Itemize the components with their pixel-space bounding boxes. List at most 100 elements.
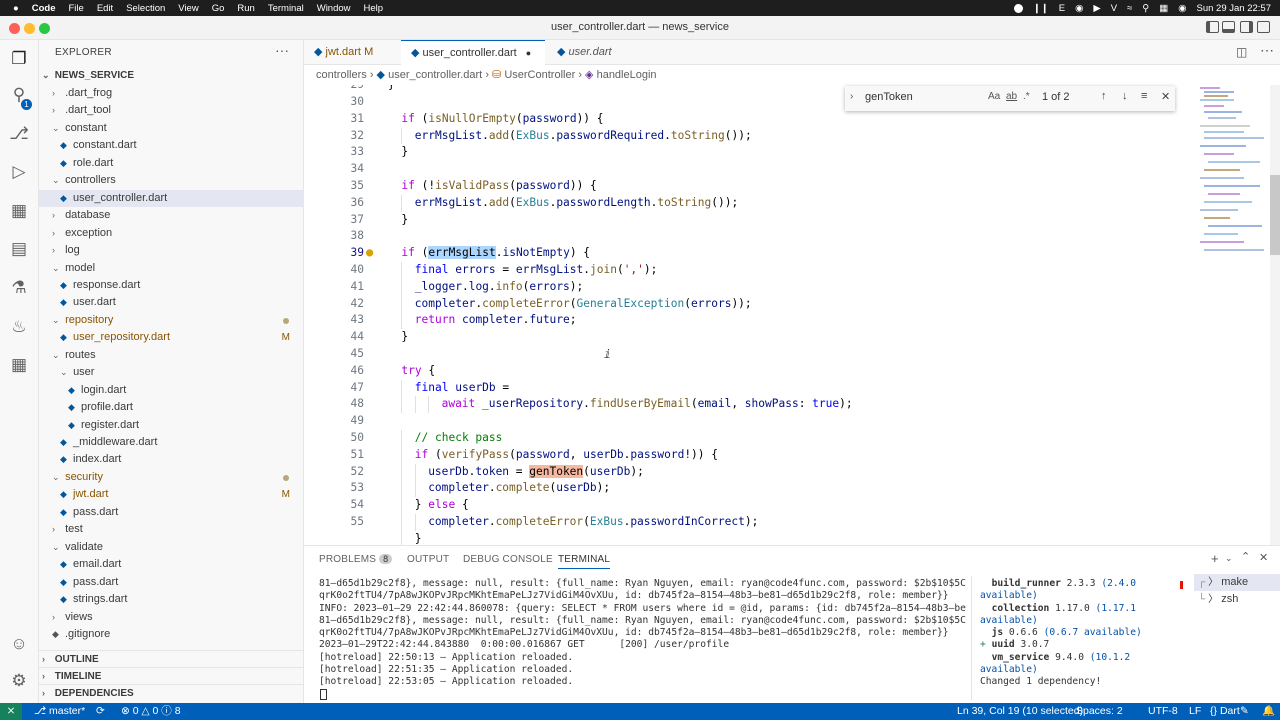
tab-user-controller-dart[interactable]: ◆ user_controller.dart ● bbox=[401, 40, 545, 65]
control-center-icon[interactable]: ▦ bbox=[1159, 3, 1168, 14]
indentation[interactable]: Spaces: 2 bbox=[1076, 703, 1123, 720]
lightbulb-icon[interactable]: ● bbox=[366, 245, 373, 259]
cursor-position[interactable]: Ln 39, Col 19 (10 selected) bbox=[957, 703, 1083, 720]
tree-item-pass-dart[interactable]: ◆ pass.dart bbox=[39, 504, 304, 522]
tree-item-constant[interactable]: ⌄ constant bbox=[39, 120, 304, 138]
search-view-icon[interactable]: ⚲ bbox=[8, 84, 30, 106]
terminal-item-make[interactable]: ┌ 〉 make bbox=[1194, 574, 1280, 591]
tree-item-model[interactable]: ⌄ model bbox=[39, 260, 304, 278]
close-find-icon[interactable]: ✕ bbox=[1161, 90, 1170, 103]
menu-file[interactable]: File bbox=[69, 3, 84, 14]
minimap[interactable] bbox=[1190, 85, 1270, 545]
remote-explorer-icon[interactable]: ▤ bbox=[8, 238, 30, 260]
tab-problems[interactable]: PROBLEMS 8 bbox=[319, 554, 393, 565]
terminal-split-divider[interactable] bbox=[971, 576, 972, 700]
extensions-icon[interactable]: ▦ bbox=[8, 200, 30, 222]
manage-gear-icon[interactable]: ⚙ bbox=[8, 670, 30, 692]
tree-item-constant-dart[interactable]: ◆ constant.dart bbox=[39, 137, 304, 155]
tree-item-repository[interactable]: ⌄ repository bbox=[39, 312, 304, 330]
editor-more-icon[interactable]: ⋯ bbox=[1260, 42, 1274, 59]
sidebar-more-icon[interactable]: ··· bbox=[275, 42, 289, 58]
tab-terminal[interactable]: TERMINAL bbox=[558, 554, 611, 569]
outline-section[interactable]: › OUTLINE bbox=[39, 650, 304, 667]
grammarly-icon[interactable]: ◉ bbox=[1075, 3, 1083, 14]
line-ending[interactable]: LF bbox=[1189, 703, 1201, 720]
language-mode[interactable]: {} Dart bbox=[1210, 703, 1240, 720]
tree-item-database[interactable]: › database bbox=[39, 207, 304, 225]
split-editor-icon[interactable]: ◫ bbox=[1236, 45, 1247, 59]
letter-v-icon[interactable]: V bbox=[1111, 3, 1117, 14]
tree-item-views[interactable]: › views bbox=[39, 609, 304, 627]
menu-window[interactable]: Window bbox=[317, 3, 351, 14]
tree-item-user-dart[interactable]: ◆ user.dart bbox=[39, 294, 304, 312]
dependencies-section[interactable]: › DEPENDENCIES bbox=[39, 684, 304, 701]
breadcrumb-file[interactable]: user_controller.dart bbox=[388, 69, 482, 81]
letter-e-icon[interactable]: E bbox=[1059, 3, 1065, 14]
breadcrumb-method[interactable]: handleLogin bbox=[597, 69, 657, 81]
tree-item-middleware-dart[interactable]: ◆ _middleware.dart bbox=[39, 434, 304, 452]
toggle-panel-icon[interactable] bbox=[1222, 21, 1235, 33]
whole-word-toggle[interactable]: ab bbox=[1006, 91, 1017, 102]
tree-item-response-dart[interactable]: ◆ response.dart bbox=[39, 277, 304, 295]
terminal-manager-icon[interactable]: ▦ bbox=[8, 354, 30, 376]
tree-item-login-dart[interactable]: ◆ login.dart bbox=[39, 382, 304, 400]
terminal-output[interactable]: 81–d65d1b29c2f8}, message: null, result:… bbox=[319, 578, 966, 689]
menu-terminal[interactable]: Terminal bbox=[268, 3, 304, 14]
tree-item-strings-dart[interactable]: ◆ strings.dart bbox=[39, 591, 304, 609]
tree-item-user[interactable]: ⌄ user bbox=[39, 364, 304, 382]
tree-item-jwt-dart[interactable]: ◆ jwt.dart M bbox=[39, 486, 304, 504]
pause-icon[interactable]: ❙❙ bbox=[1033, 3, 1049, 14]
toggle-secondary-sidebar-icon[interactable] bbox=[1240, 21, 1253, 33]
terminal-output-secondary[interactable]: build_runner 2.3.3 (2.4.0 available) col… bbox=[980, 578, 1176, 689]
toggle-replace-icon[interactable]: › bbox=[850, 91, 853, 102]
encoding[interactable]: UTF-8 bbox=[1148, 703, 1178, 720]
breadcrumb-folder[interactable]: controllers bbox=[316, 69, 367, 81]
regex-toggle[interactable]: .* bbox=[1023, 91, 1030, 102]
tree-item-test[interactable]: › test bbox=[39, 521, 304, 539]
play-icon[interactable]: ▶ bbox=[1093, 3, 1100, 14]
menu-run[interactable]: Run bbox=[237, 3, 254, 14]
menu-edit[interactable]: Edit bbox=[97, 3, 113, 14]
new-terminal-icon[interactable]: + bbox=[1211, 551, 1219, 566]
next-match-icon[interactable]: ↓ bbox=[1122, 90, 1128, 102]
search-icon[interactable]: ⚲ bbox=[1142, 3, 1149, 14]
tree-item-user-controller-dart[interactable]: ◆ user_controller.dart bbox=[39, 189, 304, 208]
timeline-section[interactable]: › TIMELINE bbox=[39, 667, 304, 684]
clock[interactable]: Sun 29 Jan 22:57 bbox=[1197, 3, 1271, 14]
menu-selection[interactable]: Selection bbox=[126, 3, 165, 14]
breadcrumb-class[interactable]: UserController bbox=[504, 69, 575, 81]
toggle-sidebar-icon[interactable] bbox=[1206, 21, 1219, 33]
menu-view[interactable]: View bbox=[178, 3, 198, 14]
tab-output[interactable]: OUTPUT bbox=[407, 554, 449, 565]
tree-item-gitignore[interactable]: ◆ .gitignore bbox=[39, 626, 304, 644]
find-input[interactable]: genToken bbox=[865, 91, 985, 103]
close-panel-icon[interactable]: ✕ bbox=[1259, 551, 1268, 564]
terminal-item-zsh[interactable]: └ 〉 zsh bbox=[1194, 591, 1280, 608]
tree-item-pass-dart[interactable]: ◆ pass.dart bbox=[39, 574, 304, 592]
problems-indicator[interactable]: ⊗ 0 △ 0 ⓘ 8 bbox=[121, 703, 181, 720]
docker-icon[interactable]: ♨ bbox=[8, 316, 30, 338]
remote-indicator[interactable]: ⨯ bbox=[0, 703, 22, 720]
tree-item-profile-dart[interactable]: ◆ profile.dart bbox=[39, 399, 304, 417]
tree-item-email-dart[interactable]: ◆ email.dart bbox=[39, 556, 304, 574]
dirty-dot-icon[interactable]: ● bbox=[526, 48, 531, 58]
tab-jwt-dart[interactable]: ◆ jwt.dart M bbox=[304, 40, 399, 65]
record-icon[interactable] bbox=[1013, 3, 1023, 13]
tab-user-dart[interactable]: ◆ user.dart bbox=[547, 40, 642, 65]
tree-item-log[interactable]: › log bbox=[39, 242, 304, 260]
explorer-icon[interactable]: ❐ bbox=[8, 48, 30, 70]
tree-item-security[interactable]: ⌄ security bbox=[39, 469, 304, 487]
tab-debug-console[interactable]: DEBUG CONSOLE bbox=[463, 554, 553, 565]
vertical-scrollbar[interactable] bbox=[1270, 85, 1280, 545]
wifi-icon[interactable]: ≈ bbox=[1127, 3, 1132, 14]
tree-item-routes[interactable]: ⌄ routes bbox=[39, 347, 304, 365]
tree-item-register-dart[interactable]: ◆ register.dart bbox=[39, 417, 304, 435]
match-case-toggle[interactable]: Aa bbox=[988, 91, 1000, 102]
accounts-icon[interactable]: ☺ bbox=[8, 633, 30, 655]
menu-go[interactable]: Go bbox=[212, 3, 225, 14]
run-debug-icon[interactable]: ▷ bbox=[8, 161, 30, 183]
find-in-selection-icon[interactable]: ≡ bbox=[1141, 90, 1147, 102]
scrollbar-thumb[interactable] bbox=[1270, 175, 1280, 255]
sync-icon[interactable]: ⟳ bbox=[96, 703, 105, 720]
tree-item-exception[interactable]: › exception bbox=[39, 225, 304, 243]
